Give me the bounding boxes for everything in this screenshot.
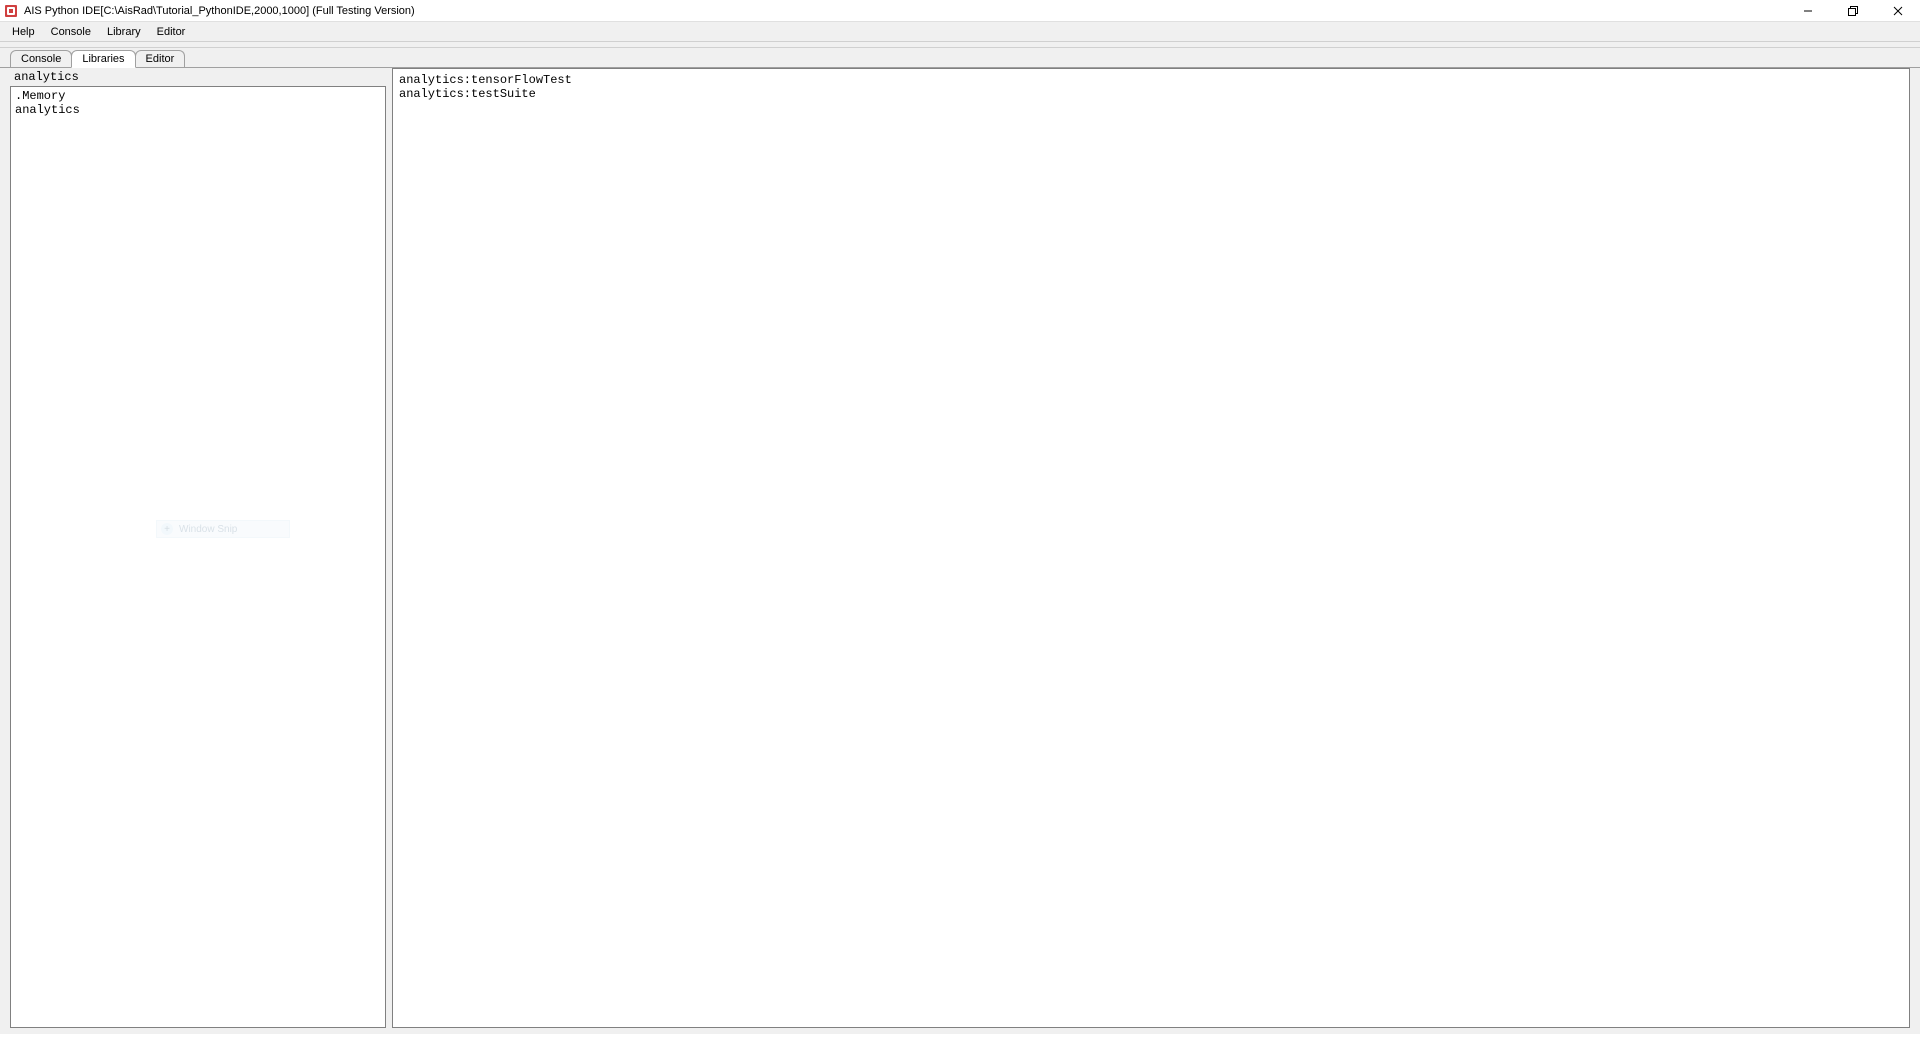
minimize-button[interactable] bbox=[1785, 0, 1830, 22]
main-content: .Memory analytics analytics:tensorFlowTe… bbox=[0, 68, 1920, 1034]
content-panel[interactable]: analytics:tensorFlowTest analytics:testS… bbox=[392, 68, 1910, 1028]
tab-console[interactable]: Console bbox=[10, 50, 72, 67]
list-item[interactable]: .Memory bbox=[15, 89, 381, 103]
menu-library[interactable]: Library bbox=[99, 24, 149, 40]
library-list[interactable]: .Memory analytics bbox=[10, 86, 386, 1028]
maximize-button[interactable] bbox=[1830, 0, 1875, 22]
tab-libraries[interactable]: Libraries bbox=[71, 50, 135, 68]
list-item[interactable]: analytics bbox=[15, 103, 381, 117]
left-panel: .Memory analytics bbox=[10, 68, 386, 1028]
menubar: Help Console Library Editor bbox=[0, 22, 1920, 42]
window-controls bbox=[1785, 0, 1920, 21]
content-line: analytics:tensorFlowTest bbox=[399, 73, 1903, 87]
content-line: analytics:testSuite bbox=[399, 87, 1903, 101]
tab-editor[interactable]: Editor bbox=[135, 50, 186, 67]
filter-input[interactable] bbox=[10, 68, 386, 86]
titlebar-left: AIS Python IDE[C:\AisRad\Tutorial_Python… bbox=[4, 4, 415, 18]
menu-help[interactable]: Help bbox=[4, 24, 43, 40]
menu-editor[interactable]: Editor bbox=[149, 24, 194, 40]
close-button[interactable] bbox=[1875, 0, 1920, 22]
titlebar: AIS Python IDE[C:\AisRad\Tutorial_Python… bbox=[0, 0, 1920, 22]
menu-console[interactable]: Console bbox=[43, 24, 99, 40]
tabs-row: Console Libraries Editor bbox=[0, 48, 1920, 68]
app-icon bbox=[4, 4, 18, 18]
window-title: AIS Python IDE[C:\AisRad\Tutorial_Python… bbox=[24, 5, 415, 17]
